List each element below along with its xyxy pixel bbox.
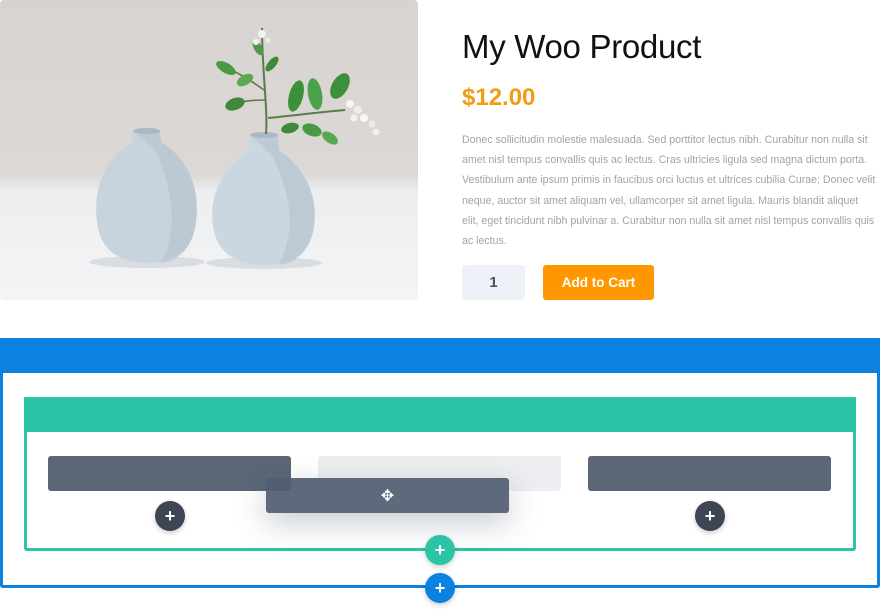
plus-icon: +: [434, 540, 446, 560]
plus-icon: +: [704, 506, 716, 526]
add-to-cart-button[interactable]: Add to Cart: [543, 265, 654, 300]
add-section-button[interactable]: +: [425, 573, 455, 603]
module-column-1[interactable]: [48, 456, 291, 491]
add-module-button-column-3[interactable]: +: [695, 501, 725, 531]
product-image: [0, 0, 418, 300]
add-module-button-column-1[interactable]: +: [155, 501, 185, 531]
dragging-module[interactable]: ✥: [266, 478, 509, 513]
plus-icon: +: [164, 506, 176, 526]
plus-icon: +: [434, 578, 446, 598]
product-price: $12.00: [462, 84, 536, 111]
product-title: My Woo Product: [462, 28, 702, 65]
quantity-input[interactable]: 1: [462, 265, 525, 300]
vases-illustration: [89, 27, 380, 269]
product-description: Donec sollicitudin molestie malesuada. S…: [462, 134, 876, 248]
move-cursor-icon: ✥: [380, 487, 395, 505]
module-column-3[interactable]: [588, 456, 831, 491]
add-row-button[interactable]: +: [425, 535, 455, 565]
